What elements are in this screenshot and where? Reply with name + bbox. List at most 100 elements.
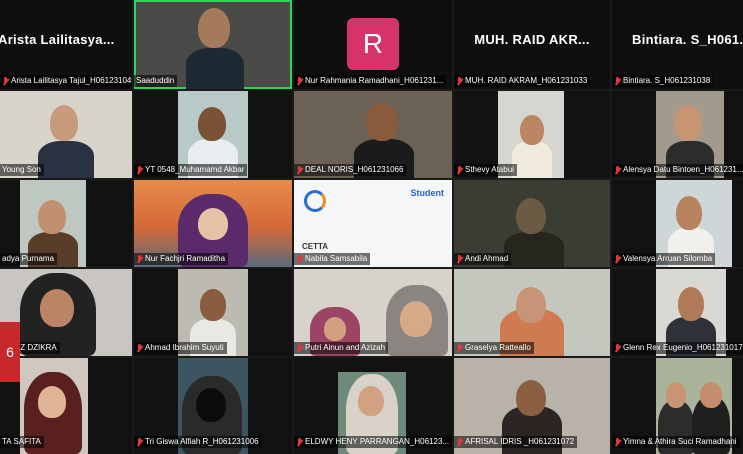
participant-name: Sthevy Atabui — [465, 165, 514, 174]
participant-name: Tri Giswa Alfiah R_H061231006 — [145, 437, 259, 446]
participant-name-tag: Glenn Rex Eugenio_H061231017 — [612, 342, 743, 354]
participant-tile-young-son[interactable]: Young Son — [0, 91, 132, 178]
participant-tile-afrisal[interactable]: AFRISAL IDRIS _H061231072 — [454, 358, 610, 454]
participant-tile-muh-raid[interactable]: MUH. RAID AKR... MUH. RAID AKRAM_H061231… — [454, 0, 610, 89]
muted-mic-icon — [136, 254, 143, 264]
participant-name-tag: YT 0548_Muhamamd Akbar — [134, 164, 248, 176]
participant-tile-nur-rahmania[interactable]: R Nur Rahmania Ramadhani_H061231... — [294, 0, 452, 89]
participant-tile-ahmad-ibrahim[interactable]: Ahmad Ibrahim Suyuti — [134, 269, 292, 356]
participant-name-tag: Bintiara. S_H061231038 — [612, 75, 714, 87]
participant-name: Saaduddin — [136, 76, 175, 85]
participant-name: Bintiara. S_H061231038 — [623, 76, 711, 85]
participant-name-tag: Young Son — [0, 164, 44, 176]
participant-tile-saaduddin[interactable]: Saaduddin — [134, 0, 292, 89]
muted-mic-icon — [456, 165, 463, 175]
participant-name: Yimna & Athira Suci Ramadhani — [623, 437, 737, 446]
muted-mic-icon — [2, 76, 9, 86]
muted-mic-icon — [136, 343, 143, 353]
cetta-logo-icon — [304, 190, 326, 212]
muted-mic-icon — [456, 254, 463, 264]
participant-name-tag: TA SAFITA — [0, 436, 44, 448]
participant-tile-yimna-athira[interactable]: Yimna & Athira Suci Ramadhani — [612, 358, 743, 454]
participant-video — [512, 141, 552, 178]
muted-mic-icon — [456, 343, 463, 353]
slide-brand: CETTA — [302, 242, 329, 251]
participant-tile-eldwy[interactable]: ELDWY HENY PARRANGAN_H06123... — [294, 358, 452, 454]
participant-name: adya Purnama — [2, 254, 55, 263]
muted-mic-icon — [136, 437, 143, 447]
avatar: R — [347, 18, 399, 70]
participant-tile-nabila[interactable]: Student CETTA Nabila Samsabila — [294, 180, 452, 267]
participant-tile-andi-ahmad[interactable]: Andi Ahmad — [454, 180, 610, 267]
muted-mic-icon — [614, 165, 621, 175]
participant-tile-bintiara[interactable]: Bintiara. S_H061... Bintiara. S_H0612310… — [612, 0, 743, 89]
participant-tile-valensya[interactable]: Valensya Arruan Silomba — [612, 180, 743, 267]
participant-name-tag: Nur Fachjri Ramaditha — [134, 253, 229, 265]
muted-mic-icon — [614, 254, 621, 264]
participant-video — [504, 232, 564, 267]
participant-name: Alensya Datu Bintoen_H061231... — [623, 165, 743, 174]
participant-tile-arista[interactable]: Arista Lailitasya... Arista Lailitasya T… — [0, 0, 132, 89]
muted-mic-icon — [296, 76, 303, 86]
participant-name: Putri Ainun and Azizah — [305, 343, 386, 352]
muted-mic-icon — [296, 165, 303, 175]
participant-tile-deal-noris[interactable]: DEAL NORIS_H061231066 — [294, 91, 452, 178]
participant-name-tag: adya Purnama — [0, 253, 58, 265]
slide-header: Student — [410, 188, 445, 198]
participant-name-tag: DEAL NORIS_H061231066 — [294, 164, 407, 176]
participant-name: AFRISAL IDRIS _H061231072 — [465, 437, 575, 446]
participant-name-tag: Yimna & Athira Suci Ramadhani — [612, 436, 740, 448]
participant-name-tag: Nabila Samsabila — [294, 253, 371, 265]
participant-name: MUH. RAID AKRAM_H061231033 — [465, 76, 588, 85]
participant-name: DEAL NORIS_H061231066 — [305, 165, 404, 174]
participant-name-tag: Arista Lailitasya Tajul_H061231049 — [0, 75, 132, 87]
participant-name: YT 0548_Muhamamd Akbar — [145, 165, 245, 174]
participant-name: Andi Ahmad — [465, 254, 509, 263]
participant-name: Nur Fachjri Ramaditha — [145, 254, 226, 263]
participant-tile-alensya[interactable]: Alensya Datu Bintoen_H061231... — [612, 91, 743, 178]
muted-mic-icon — [296, 254, 303, 264]
muted-mic-icon — [614, 76, 621, 86]
participant-name: Arista Lailitasya Tajul_H061231049 — [11, 76, 132, 85]
participant-big-name: Bintiara. S_H061... — [632, 32, 743, 47]
muted-mic-icon — [456, 76, 463, 86]
participant-tile-glenn[interactable]: Glenn Rex Eugenio_H061231017 — [612, 269, 743, 356]
participant-name-tag: AFRISAL IDRIS _H061231072 — [454, 436, 578, 448]
participant-name: Nur Rahmania Ramadhani_H061231... — [305, 76, 444, 85]
participant-name-tag: MUH. RAID AKRAM_H061231033 — [454, 75, 591, 87]
participant-tile-tri-giswa[interactable]: Tri Giswa Alfiah R_H061231006 — [134, 358, 292, 454]
participant-tile-nur-fachjri[interactable]: Nur Fachjri Ramaditha — [134, 180, 292, 267]
participant-tile-muhamamd-akbar[interactable]: YT 0548_Muhamamd Akbar — [134, 91, 292, 178]
participant-big-name: Arista Lailitasya... — [0, 32, 115, 47]
participant-tile-graselya[interactable]: Graselya Ratteallo — [454, 269, 610, 356]
participant-name-tag: Alensya Datu Bintoen_H061231... — [612, 164, 743, 176]
participant-name-tag: ELDWY HENY PARRANGAN_H06123... — [294, 436, 452, 448]
participant-tile-adya[interactable]: adya Purnama — [0, 180, 132, 267]
participant-name: Glenn Rex Eugenio_H061231017 — [623, 343, 743, 352]
muted-mic-icon — [296, 343, 303, 353]
participant-name-tag: Saaduddin — [134, 75, 178, 87]
muted-mic-icon — [614, 343, 621, 353]
muted-mic-icon — [136, 165, 143, 175]
participant-name: Graselya Ratteallo — [465, 343, 531, 352]
participant-tile-putri-ainun[interactable]: Putri Ainun and Azizah — [294, 269, 452, 356]
participant-tile-sthevy[interactable]: Sthevy Atabui — [454, 91, 610, 178]
participant-name-tag: Sthevy Atabui — [454, 164, 517, 176]
participant-name-tag: Ahmad Ibrahim Suyuti — [134, 342, 227, 354]
muted-mic-icon — [296, 437, 303, 447]
participant-name: Nabila Samsabila — [305, 254, 368, 263]
participant-name: Young Son — [2, 165, 41, 174]
participant-name-tag: Putri Ainun and Azizah — [294, 342, 389, 354]
participant-video — [38, 141, 94, 178]
participant-name: Valensya Arruan Silomba — [623, 254, 713, 263]
participant-name: ELDWY HENY PARRANGAN_H06123... — [305, 437, 450, 446]
muted-mic-icon — [614, 437, 621, 447]
page-indicator-button[interactable]: 6 — [0, 322, 20, 382]
participant-name: TA SAFITA — [2, 437, 41, 446]
participant-name: Ahmad Ibrahim Suyuti — [145, 343, 224, 352]
muted-mic-icon — [456, 437, 463, 447]
participant-name-tag: Andi Ahmad — [454, 253, 512, 265]
participant-big-name: MUH. RAID AKR... — [474, 32, 590, 47]
participant-name-tag: Graselya Ratteallo — [454, 342, 534, 354]
participant-name-tag: Tri Giswa Alfiah R_H061231006 — [134, 436, 262, 448]
